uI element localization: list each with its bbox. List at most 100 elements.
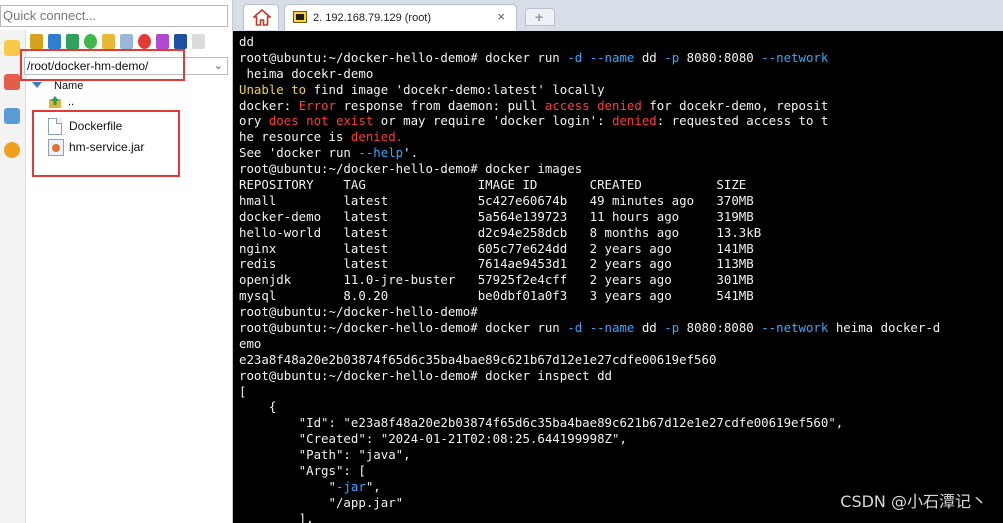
terminal-line: Unable to find image 'docekr-demo:latest… [239, 82, 940, 98]
terminal-text: e23a8f48a20e2b03874f65d6c35ba4bae89c621b… [239, 351, 717, 367]
terminal-icon [293, 11, 307, 23]
tab-home[interactable] [243, 4, 279, 30]
terminal-line: "Created": "2024-01-21T02:08:25.64419999… [239, 431, 940, 447]
terminal-text: root@ubuntu:~/docker-hello-demo# docker … [239, 161, 583, 177]
tools-icon[interactable] [4, 108, 20, 124]
terminal-window[interactable]: dd root@ubuntu:~/docker-hello-demo# docke… [233, 31, 1003, 523]
terminal-text: --help [358, 145, 404, 161]
terminal-text: ], [239, 510, 314, 523]
terminal-line: "Args": [ [239, 463, 940, 479]
terminal-text: : requested access to t [656, 113, 829, 129]
terminal-line: docker: Error response from daemon: pull… [239, 98, 940, 114]
terminal-text: Unable to [239, 81, 307, 97]
terminal-line: root@ubuntu:~/docker-hello-demo# [239, 304, 940, 320]
new-file-icon[interactable] [120, 34, 133, 49]
terminal-line: hello-world latest d2c94e258dcb 8 months… [239, 225, 940, 241]
terminal-text: "Args": [ [239, 463, 366, 479]
terminal-text: --network [761, 320, 829, 336]
terminal-line: root@ubuntu:~/docker-hello-demo# docker … [239, 50, 940, 66]
parent-folder-icon [49, 96, 61, 108]
more-tools-icon[interactable] [192, 34, 205, 49]
terminal-text: 8080:8080 [679, 49, 762, 65]
plus-icon: + [535, 9, 544, 25]
session-icon[interactable] [4, 74, 20, 90]
refresh-icon[interactable] [84, 34, 97, 49]
terminal-text: find image 'docekr-demo:latest' locally [306, 81, 605, 97]
terminal-text: { [239, 399, 277, 415]
terminal-text: ory [239, 113, 269, 129]
terminal-line: e23a8f48a20e2b03874f65d6c35ba4bae89c621b… [239, 352, 940, 368]
terminal-text: denied. [350, 129, 404, 145]
new-tab-button[interactable]: + [525, 8, 555, 26]
terminal-text: or may require 'docker login': [373, 113, 612, 129]
terminal-text: emo [239, 335, 262, 351]
delete-icon[interactable] [138, 34, 151, 49]
upload-icon[interactable] [66, 34, 79, 49]
close-icon[interactable]: × [497, 9, 505, 24]
terminal-text: hello-world latest d2c94e258dcb 8 months… [239, 224, 762, 240]
terminal-text: hmall latest 5c427e60674b 49 minutes ago… [239, 192, 754, 208]
terminal-text: See 'docker run [239, 145, 359, 161]
terminal-text: heima docker-d [828, 320, 941, 336]
rename-icon[interactable] [156, 34, 169, 49]
terminal-line: emo [239, 336, 940, 352]
terminal-line: nginx latest 605c77e624dd 2 years ago 14… [239, 241, 940, 257]
star-icon[interactable] [4, 40, 20, 56]
terminal-text: root@ubuntu:~/docker-hello-demo# docker … [239, 49, 568, 65]
tab-terminal-session[interactable]: 2. 192.168.79.129 (root) × [284, 4, 517, 31]
macro-icon[interactable] [4, 142, 20, 158]
terminal-line: { [239, 399, 940, 415]
terminal-text: dd [634, 320, 665, 336]
terminal-text: -d [567, 320, 583, 336]
terminal-text: redis latest 7614ae9453d1 2 years ago 11… [239, 256, 754, 272]
terminal-line: hmall latest 5c427e60674b 49 minutes ago… [239, 193, 940, 209]
terminal-line: "-jar", [239, 479, 940, 495]
terminal-text: he resource is [239, 129, 351, 145]
path-highlight-box [20, 49, 185, 81]
new-folder-icon[interactable] [102, 34, 115, 49]
terminal-text: REPOSITORY TAG IMAGE ID CREATED SIZE [239, 177, 747, 193]
terminal-line: [ [239, 384, 940, 400]
terminal-text: response from daemon: pull [336, 97, 545, 113]
terminal-text: [ [239, 383, 247, 399]
terminal-text: 8080:8080 [679, 320, 762, 336]
terminal-text: openjdk 11.0-jre-buster 57925f2e4cff 2 y… [239, 272, 754, 288]
terminal-text: mysql 8.0.20 be0dbf01a0f3 3 years ago 54… [239, 288, 754, 304]
terminal-text: root@ubuntu:~/docker-hello-demo# docker … [239, 320, 568, 336]
quick-connect-input[interactable]: Quick connect... [0, 5, 228, 27]
terminal-line: "Id": "e23a8f48a20e2b03874f65d6c35ba4bae… [239, 415, 940, 431]
terminal-line: root@ubuntu:~/docker-hello-demo# docker … [239, 368, 940, 384]
terminal-text: "/app.jar" [239, 494, 404, 510]
watermark: CSDN @小石潭记丶 [840, 492, 987, 511]
terminal-text: nginx latest 605c77e624dd 2 years ago 14… [239, 240, 754, 256]
terminal-line: "Path": "java", [239, 447, 940, 463]
expand-arrow-icon[interactable] [32, 82, 42, 88]
tab-title: 2. 192.168.79.129 (root) [313, 12, 432, 24]
terminal-text: dd [634, 49, 665, 65]
terminal-text: -jar [335, 478, 366, 494]
column-header-name[interactable]: Name [54, 80, 83, 92]
parent-dir-item[interactable]: .. [68, 96, 74, 108]
chevron-down-icon[interactable]: ⌄ [214, 58, 223, 74]
terminal-text: for docekr-demo, reposit [641, 97, 829, 113]
properties-icon[interactable] [174, 34, 187, 49]
terminal-text: -p [664, 49, 680, 65]
terminal-text: docker-demo latest 5a564e139723 11 hours… [239, 208, 754, 224]
terminal-line: heima docekr-demo [239, 66, 940, 82]
terminal-line: dd [239, 34, 940, 50]
terminal-text: heima docekr-demo [239, 65, 374, 81]
terminal-text: Error [298, 97, 336, 113]
terminal-line: "/app.jar" [239, 495, 940, 511]
terminal-text: --name [589, 320, 635, 336]
terminal-text: -d [567, 49, 583, 65]
side-icon-strip [0, 30, 26, 523]
terminal-line: root@ubuntu:~/docker-hello-demo# docker … [239, 320, 940, 336]
terminal-text: dd [239, 34, 254, 49]
folder-up-icon[interactable] [30, 34, 43, 49]
terminal-text: --name [589, 49, 635, 65]
terminal-output: dd root@ubuntu:~/docker-hello-demo# docke… [239, 34, 940, 523]
download-icon[interactable] [48, 34, 61, 49]
terminal-line: See 'docker run --help'. [239, 145, 940, 161]
